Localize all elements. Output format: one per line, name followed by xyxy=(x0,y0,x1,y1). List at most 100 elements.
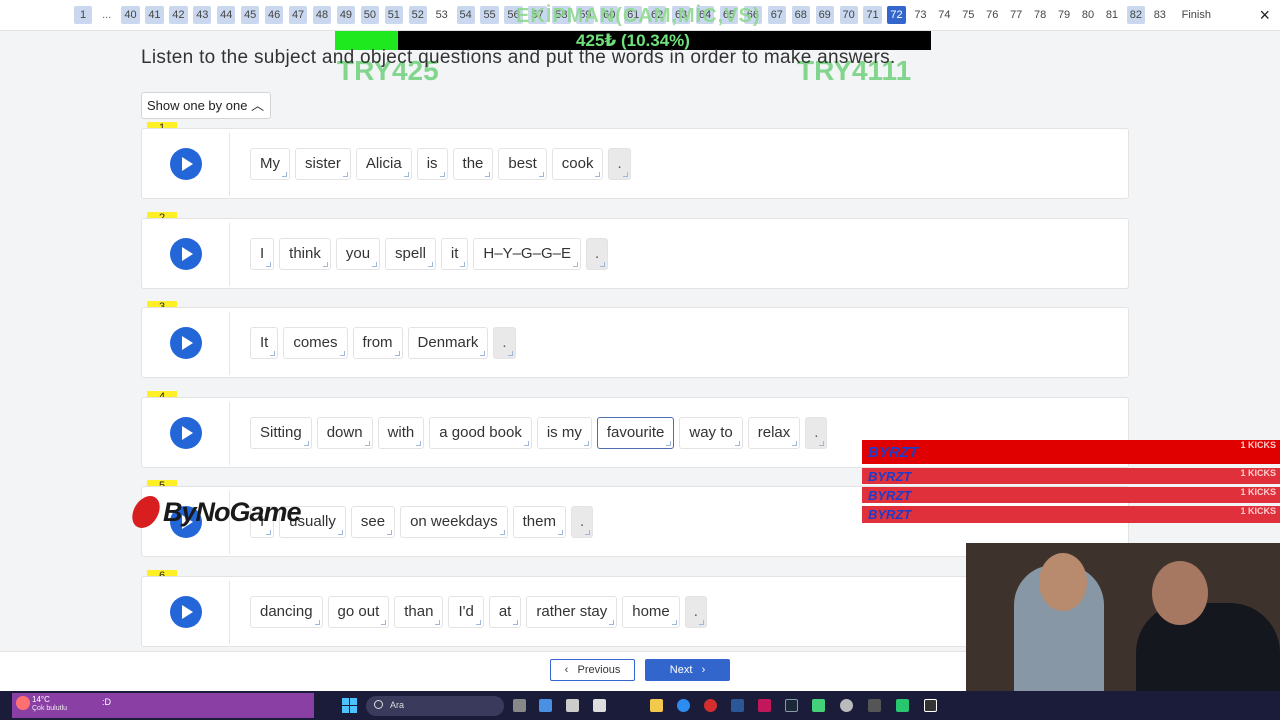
page-link-76[interactable]: 76 xyxy=(983,6,1001,24)
file-explorer-icon[interactable] xyxy=(650,699,663,712)
page-link-54[interactable]: 54 xyxy=(456,6,475,24)
page-link-45[interactable]: 45 xyxy=(241,6,260,24)
word-chip[interactable]: Denmark xyxy=(407,327,489,359)
page-link-49[interactable]: 49 xyxy=(336,6,356,24)
punctuation-chip[interactable]: . xyxy=(570,506,594,538)
page-link-41[interactable]: 41 xyxy=(145,6,164,24)
page-link-55[interactable]: 55 xyxy=(480,6,499,24)
page-link-82[interactable]: 82 xyxy=(1126,6,1145,24)
word-chip[interactable]: way to xyxy=(679,417,743,449)
word-chip[interactable]: home xyxy=(622,596,680,628)
close-icon[interactable]: × xyxy=(1259,6,1270,24)
word-chip[interactable]: it xyxy=(440,238,469,270)
app-icon-3[interactable] xyxy=(593,699,606,712)
steam-icon[interactable] xyxy=(785,699,798,712)
page-link-42[interactable]: 42 xyxy=(169,6,188,24)
app-icon-4[interactable] xyxy=(758,699,771,712)
word-chip[interactable]: at xyxy=(488,596,522,628)
page-link-77[interactable]: 77 xyxy=(1007,6,1025,24)
word-chip[interactable]: comes xyxy=(283,327,348,359)
show-mode-dropdown[interactable]: Show one by one ︿ xyxy=(141,92,271,119)
app-icon-8[interactable] xyxy=(896,699,909,712)
word-chip[interactable]: from xyxy=(352,327,403,359)
windows-start-icon[interactable] xyxy=(342,698,358,714)
page-link-40[interactable]: 40 xyxy=(121,6,140,24)
word-chip[interactable]: dancing xyxy=(250,596,323,628)
page-link-81[interactable]: 81 xyxy=(1103,6,1121,24)
taskbar-search[interactable]: Ara xyxy=(366,696,504,716)
word-chip[interactable]: them xyxy=(512,506,566,538)
word-chip[interactable]: favourite xyxy=(596,417,675,449)
page-link-75[interactable]: 75 xyxy=(959,6,977,24)
word-chip[interactable]: a good book xyxy=(429,417,532,449)
app-icon-6[interactable] xyxy=(840,699,853,712)
page-link-44[interactable]: 44 xyxy=(217,6,236,24)
play-audio-icon[interactable] xyxy=(170,417,202,449)
page-link-78[interactable]: 78 xyxy=(1031,6,1049,24)
word-chip[interactable]: Alicia xyxy=(355,148,412,180)
page-link-74[interactable]: 74 xyxy=(935,6,953,24)
word-chip[interactable]: on weekdays xyxy=(400,506,508,538)
word-chip[interactable]: Sitting xyxy=(250,417,312,449)
page-link-48[interactable]: 48 xyxy=(312,6,332,24)
app-icon-1[interactable] xyxy=(539,699,552,712)
word-chip[interactable]: is xyxy=(416,148,448,180)
punctuation-chip[interactable]: . xyxy=(608,148,631,180)
play-audio-icon[interactable] xyxy=(170,238,202,270)
word-chip[interactable]: spell xyxy=(385,238,436,270)
page-link-69[interactable]: 69 xyxy=(815,6,834,24)
page-link-46[interactable]: 46 xyxy=(265,6,284,24)
page-link-68[interactable]: 68 xyxy=(791,6,810,24)
next-button[interactable]: Next › xyxy=(645,659,730,681)
word-chip[interactable]: I'd xyxy=(448,596,484,628)
word-chip[interactable]: H–Y–G–G–E xyxy=(473,238,581,270)
punctuation-chip[interactable]: . xyxy=(805,417,828,449)
page-link-72[interactable]: 72 xyxy=(887,6,906,24)
weather-widget[interactable]: 14°C Çok bulutlu :D xyxy=(12,693,314,718)
punctuation-chip[interactable]: . xyxy=(684,596,707,628)
word-chip[interactable]: see xyxy=(350,506,396,538)
app-icon-7[interactable] xyxy=(868,699,881,712)
page-link-43[interactable]: 43 xyxy=(193,6,212,24)
opera-icon[interactable] xyxy=(704,699,717,712)
page-link-67[interactable]: 67 xyxy=(767,6,786,24)
word-chip[interactable]: you xyxy=(335,238,381,270)
page-link-53[interactable]: 53 xyxy=(433,6,451,24)
app-icon-2[interactable] xyxy=(566,699,579,712)
punctuation-chip[interactable]: . xyxy=(493,327,516,359)
play-audio-icon[interactable] xyxy=(170,327,202,359)
word-chip[interactable]: think xyxy=(279,238,331,270)
word-chip[interactable]: It xyxy=(250,327,279,359)
word-chip[interactable]: than xyxy=(394,596,444,628)
page-link-51[interactable]: 51 xyxy=(384,6,403,24)
finish-link[interactable]: Finish xyxy=(1179,6,1214,24)
word-chip[interactable]: is my xyxy=(536,417,592,449)
store-icon[interactable] xyxy=(731,699,744,712)
word-chip[interactable]: go out xyxy=(327,596,390,628)
page-link-83[interactable]: 83 xyxy=(1151,6,1169,24)
word-chip[interactable]: cook xyxy=(551,148,604,180)
page-link-52[interactable]: 52 xyxy=(408,6,427,24)
word-chip[interactable]: the xyxy=(452,148,494,180)
page-link-70[interactable]: 70 xyxy=(839,6,858,24)
play-audio-icon[interactable] xyxy=(170,596,202,628)
word-chip[interactable]: relax xyxy=(747,417,801,449)
word-chip[interactable]: rather stay xyxy=(526,596,618,628)
page-link-47[interactable]: 47 xyxy=(288,6,308,24)
word-chip[interactable]: best xyxy=(498,148,547,180)
word-chip[interactable]: down xyxy=(316,417,373,449)
word-chip[interactable]: with xyxy=(377,417,425,449)
punctuation-chip[interactable]: . xyxy=(585,238,609,270)
previous-button[interactable]: ‹ Previous xyxy=(550,659,635,681)
page-link-73[interactable]: 73 xyxy=(911,6,929,24)
page-link-79[interactable]: 79 xyxy=(1055,6,1073,24)
page-link-71[interactable]: 71 xyxy=(863,6,882,24)
page-link-80[interactable]: 80 xyxy=(1079,6,1097,24)
word-chip[interactable]: sister xyxy=(295,148,351,180)
word-chip[interactable]: I xyxy=(250,238,275,270)
page-link-1[interactable]: 1 xyxy=(74,6,92,24)
page-link-50[interactable]: 50 xyxy=(360,6,379,24)
app-icon-9[interactable] xyxy=(924,699,937,712)
app-icon-5[interactable] xyxy=(812,699,825,712)
task-view-icon[interactable] xyxy=(513,699,526,712)
